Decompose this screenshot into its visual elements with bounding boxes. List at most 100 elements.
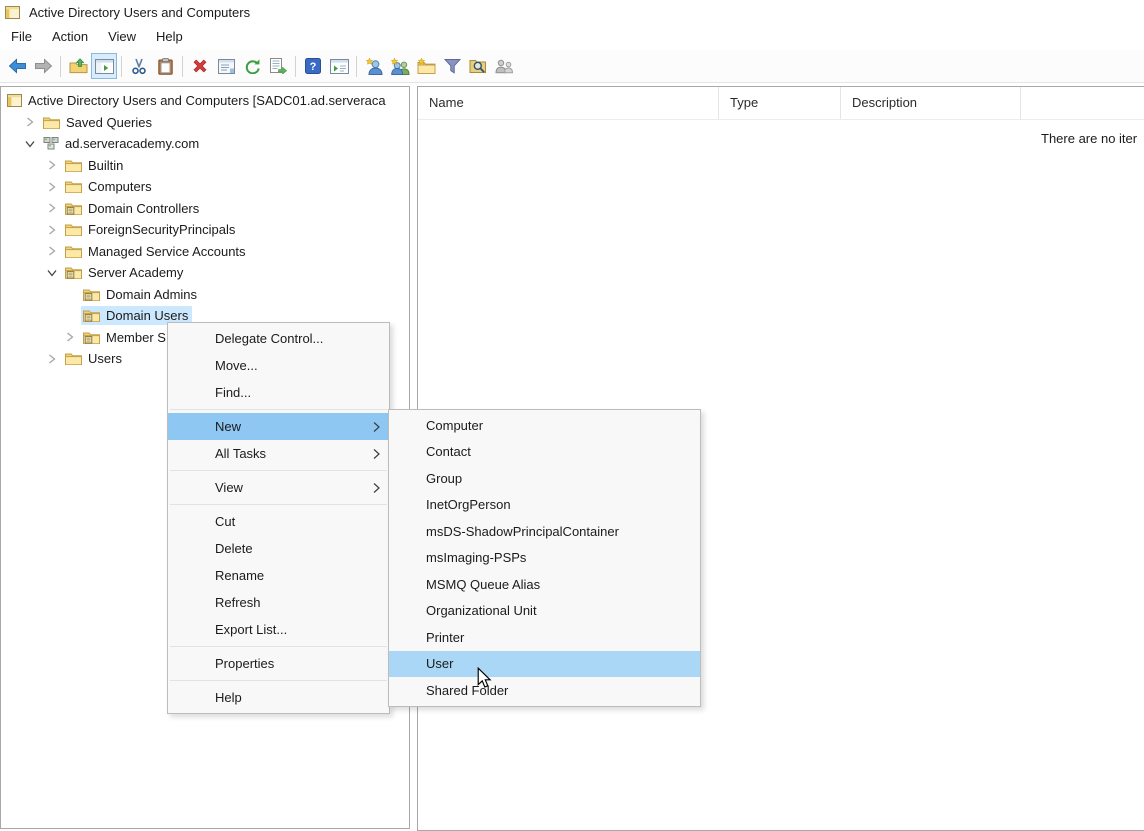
submenu-arrow-icon (373, 421, 380, 432)
submenu-item-computer[interactable]: Computer (389, 412, 700, 439)
find-button[interactable] (465, 53, 491, 79)
new-window-button[interactable] (326, 53, 352, 79)
menu-action[interactable]: Action (42, 26, 98, 48)
context-menu-item-refresh[interactable]: Refresh (168, 589, 389, 616)
folder-icon (43, 116, 60, 129)
column-header-description[interactable]: Description (841, 87, 1021, 119)
refresh-button[interactable] (239, 53, 265, 79)
context-menu-item-find[interactable]: Find... (168, 379, 389, 406)
submenu-item-printer[interactable]: Printer (389, 624, 700, 651)
tree-item-saved-queries[interactable]: Saved Queries (1, 112, 409, 134)
properties-button[interactable] (213, 53, 239, 79)
chevron-down-icon[interactable] (41, 269, 63, 277)
menu-bar: File Action View Help (0, 24, 1144, 50)
chevron-right-icon[interactable] (19, 117, 41, 127)
paste-button[interactable] (152, 53, 178, 79)
context-menu-item-new[interactable]: New (168, 413, 389, 440)
chevron-right-icon[interactable] (41, 246, 63, 256)
toolbar-separator (295, 55, 296, 77)
context-menu-item-delegate-control[interactable]: Delegate Control... (168, 325, 389, 352)
menu-file[interactable]: File (1, 26, 42, 48)
tree-item-computers[interactable]: Computers (1, 176, 409, 198)
tree-item-label: Active Directory Users and Computers [SA… (28, 93, 386, 109)
chevron-right-icon[interactable] (41, 160, 63, 170)
forward-button[interactable] (30, 53, 56, 79)
submenu-item-organizational-unit[interactable]: Organizational Unit (389, 598, 700, 625)
chevron-right-icon[interactable] (41, 225, 63, 235)
find-icon (469, 58, 487, 74)
submenu-item-msimaging-psps[interactable]: msImaging-PSPs (389, 545, 700, 572)
submenu-item-group[interactable]: Group (389, 465, 700, 492)
context-menu-item-move[interactable]: Move... (168, 352, 389, 379)
submenu-item-msds-shadowprincipalcontainer[interactable]: msDS-ShadowPrincipalContainer (389, 518, 700, 545)
submenu-item-shared-folder[interactable]: Shared Folder (389, 677, 700, 704)
forward-icon (34, 58, 53, 74)
context-menu-item-view[interactable]: View (168, 474, 389, 501)
menu-item-label: Printer (426, 629, 465, 645)
delete-button[interactable] (187, 53, 213, 79)
ou-folder-icon (65, 266, 82, 280)
menu-view[interactable]: View (98, 26, 146, 48)
menu-item-label: Computer (426, 417, 484, 433)
toolbar-separator (182, 55, 183, 77)
menu-help[interactable]: Help (146, 26, 193, 48)
tree-item-domain-admins[interactable]: Domain Admins (1, 284, 409, 306)
export-list-icon (269, 58, 287, 74)
chevron-right-icon[interactable] (59, 332, 81, 342)
cut-button[interactable] (126, 53, 152, 79)
submenu-item-user[interactable]: User (389, 650, 700, 677)
tree-item-managed-service-accounts[interactable]: Managed Service Accounts (1, 241, 409, 263)
filter-button[interactable] (439, 53, 465, 79)
menu-item-label: Export List... (215, 622, 288, 637)
context-menu-item-delete[interactable]: Delete (168, 535, 389, 562)
folder-icon (65, 180, 82, 194)
menu-separator (170, 504, 387, 505)
tree-item-foreignsecurityprincipals[interactable]: ForeignSecurityPrincipals (1, 219, 409, 241)
menu-separator (170, 680, 387, 681)
column-header-name[interactable]: Name (418, 87, 719, 119)
properties-icon (217, 58, 235, 74)
up-one-level-button[interactable] (65, 53, 91, 79)
tree-item-active-directory-users-and-computers-sadc01-ad-serveraca[interactable]: Active Directory Users and Computers [SA… (1, 90, 409, 112)
context-menu-item-help[interactable]: Help (168, 684, 389, 711)
submenu-item-inetorgperson[interactable]: InetOrgPerson (389, 492, 700, 519)
help-icon: ? (305, 58, 321, 74)
menu-item-label: User (426, 656, 454, 672)
context-menu-item-properties[interactable]: Properties (168, 650, 389, 677)
new-user-button[interactable] (361, 53, 387, 79)
help-button[interactable]: ? (300, 53, 326, 79)
chevron-right-icon[interactable] (41, 354, 63, 364)
menu-item-label: Move... (215, 358, 258, 373)
menu-item-label: Refresh (215, 595, 261, 610)
column-header-type[interactable]: Type (719, 87, 841, 119)
window-icon (329, 58, 349, 74)
submenu-item-contact[interactable]: Contact (389, 439, 700, 466)
tree-item-domain-controllers[interactable]: Domain Controllers (1, 198, 409, 220)
delegate-button[interactable] (491, 53, 517, 79)
new-group-button[interactable] (387, 53, 413, 79)
filter-icon (443, 58, 461, 74)
ou-folder-icon (65, 202, 82, 215)
show-console-tree-icon (94, 58, 114, 74)
tree-item-server-academy[interactable]: Server Academy (1, 262, 409, 284)
tree-item-builtin[interactable]: Builtin (1, 155, 409, 177)
chevron-right-icon[interactable] (41, 182, 63, 192)
svg-text:?: ? (310, 61, 317, 73)
new-ou-button[interactable] (413, 53, 439, 79)
export-list-button[interactable] (265, 53, 291, 79)
context-menu-item-all-tasks[interactable]: All Tasks (168, 440, 389, 467)
context-menu-item-export-list[interactable]: Export List... (168, 616, 389, 643)
submenu-item-msmq-queue-alias[interactable]: MSMQ Queue Alias (389, 571, 700, 598)
back-button[interactable] (4, 53, 30, 79)
toolbar-separator (121, 55, 122, 77)
up-one-level-icon (69, 58, 88, 74)
submenu-arrow-icon (373, 448, 380, 459)
console-window-icon (7, 94, 22, 108)
context-menu-item-rename[interactable]: Rename (168, 562, 389, 589)
menu-item-label: msImaging-PSPs (426, 550, 527, 566)
show-console-tree-button[interactable] (91, 53, 117, 79)
chevron-right-icon[interactable] (41, 203, 63, 213)
context-menu-item-cut[interactable]: Cut (168, 508, 389, 535)
tree-item-ad-serveracademy-com[interactable]: ad.serveracademy.com (1, 133, 409, 155)
chevron-down-icon[interactable] (19, 140, 41, 148)
